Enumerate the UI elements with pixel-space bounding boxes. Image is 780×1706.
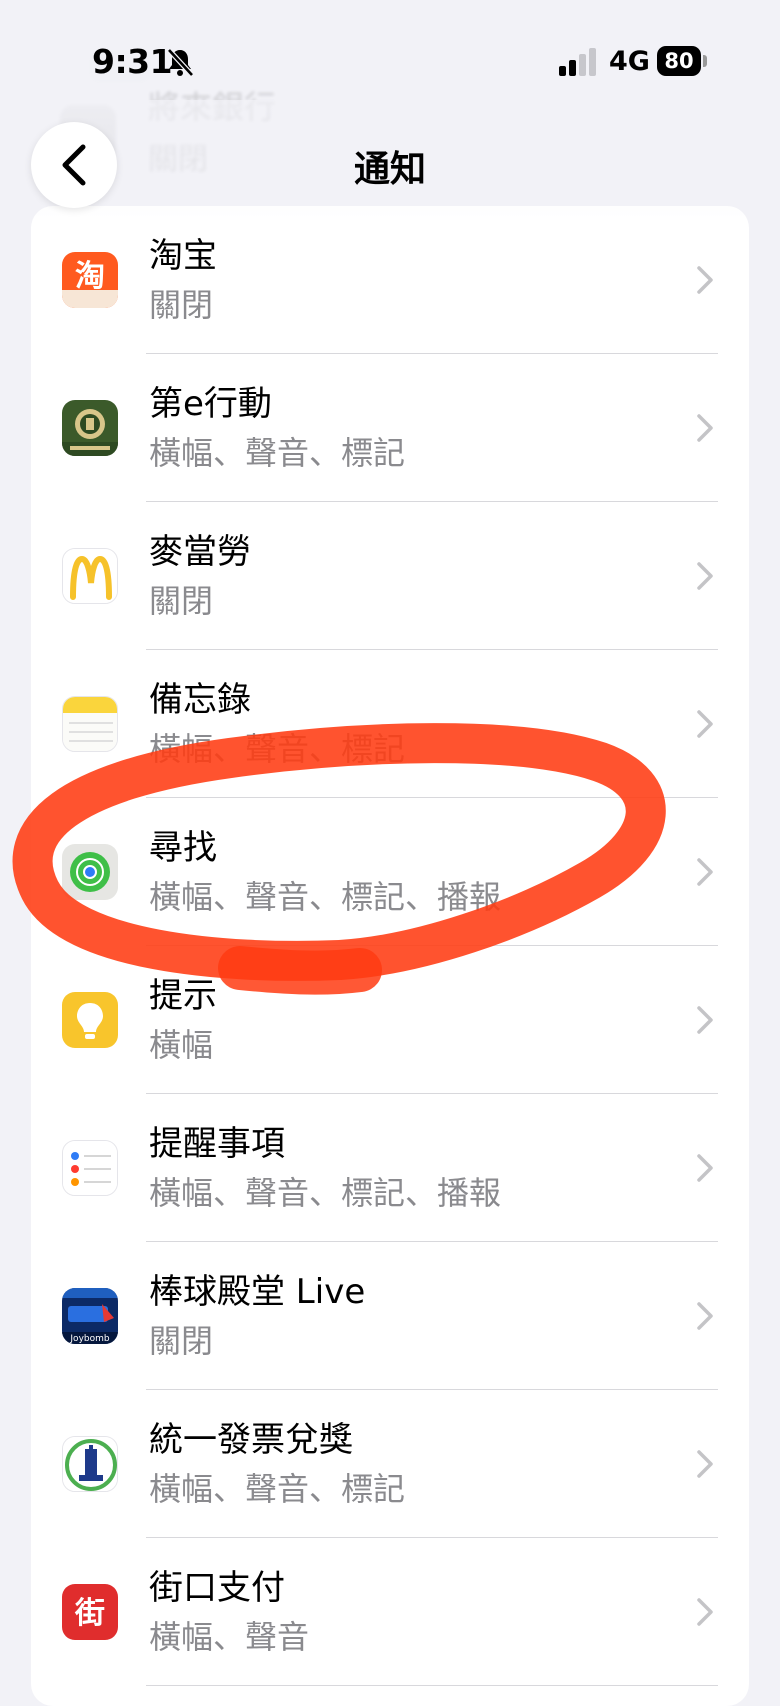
network-type: 4G — [609, 46, 650, 77]
notification-summary: 關閉 — [149, 582, 214, 620]
tips-icon — [62, 992, 118, 1048]
app-name: 尋找 — [149, 828, 217, 868]
list-item-tips[interactable]: 提示 橫幅 — [31, 946, 749, 1094]
list-item-jkopay[interactable]: 街 街口支付 橫幅、聲音 — [31, 1538, 749, 1686]
chevron-right-icon — [697, 562, 713, 590]
chevron-right-icon — [697, 414, 713, 442]
app-name: 提醒事項 — [149, 1124, 285, 1164]
app-name: 第e行動 — [149, 384, 272, 424]
app-name: 街口支付 — [149, 1568, 285, 1608]
chevron-right-icon — [697, 266, 713, 294]
svg-text:街: 街 — [74, 1596, 105, 1631]
notification-summary: 橫幅、聲音、標記、播報 — [149, 878, 502, 916]
chevron-right-icon — [697, 1006, 713, 1034]
first-bank-icon — [62, 400, 118, 456]
chevron-right-icon — [697, 710, 713, 738]
notes-icon — [62, 696, 118, 752]
app-name: 提示 — [149, 976, 217, 1016]
chevron-right-icon — [697, 1598, 713, 1626]
list-item-baseball[interactable]: Joybomb 棒球殿堂 Live 關閉 — [31, 1242, 749, 1390]
status-bar: 9:31 4G 80 — [0, 0, 780, 130]
battery-level: 80 — [657, 46, 701, 76]
baseball-icon: Joybomb — [62, 1288, 118, 1344]
page-title: 通知 — [353, 149, 426, 190]
bell-slash-icon — [167, 48, 194, 77]
mcdonalds-icon — [62, 548, 118, 604]
list-item-mcdonalds[interactable]: 麥當勞 關閉 — [31, 502, 749, 650]
app-name: 麥當勞 — [149, 532, 251, 572]
chevron-right-icon — [697, 1154, 713, 1182]
notification-summary: 橫幅 — [149, 1026, 214, 1064]
notification-summary: 橫幅、聲音、標記 — [149, 730, 406, 768]
app-notification-list: 淘 淘宝 關閉 第e行動 橫幅、聲音、標記 麥當勞 關閉 備忘錄 橫幅、聲音、標… — [31, 206, 749, 1706]
battery-tip — [703, 55, 707, 67]
cellular-signal-icon — [559, 48, 596, 76]
reminders-icon — [62, 1140, 118, 1196]
find-my-icon — [62, 844, 118, 900]
notification-summary: 橫幅、聲音、標記 — [149, 434, 406, 472]
list-item-invoice-lottery[interactable]: 統一發票兌獎 橫幅、聲音、標記 — [31, 1390, 749, 1538]
notification-summary: 關閉 — [149, 1322, 214, 1360]
notification-summary: 橫幅、聲音、標記、播報 — [149, 1174, 502, 1212]
chevron-right-icon — [697, 1450, 713, 1478]
chevron-right-icon — [697, 1302, 713, 1330]
svg-text:淘: 淘 — [75, 259, 105, 294]
list-item-taobao[interactable]: 淘 淘宝 關閉 — [31, 206, 749, 354]
battery-icon: 80 — [657, 46, 709, 76]
app-name: 備忘錄 — [149, 680, 251, 720]
list-item-reminders[interactable]: 提醒事項 橫幅、聲音、標記、播報 — [31, 1094, 749, 1242]
invoice-lottery-icon — [62, 1436, 118, 1492]
app-name: 淘宝 — [149, 236, 217, 276]
list-item-first-bank[interactable]: 第e行動 橫幅、聲音、標記 — [31, 354, 749, 502]
notification-summary: 橫幅、聲音、標記 — [149, 1470, 406, 1508]
notification-summary: 關閉 — [149, 286, 214, 324]
jkopay-icon: 街 — [62, 1584, 118, 1640]
app-name: 統一發票兌獎 — [149, 1420, 353, 1460]
status-time: 9:31 — [92, 42, 173, 81]
chevron-right-icon — [697, 858, 713, 886]
app-name: 棒球殿堂 Live — [149, 1272, 366, 1312]
list-item-notes[interactable]: 備忘錄 橫幅、聲音、標記 — [31, 650, 749, 798]
notification-summary: 橫幅、聲音 — [149, 1618, 310, 1656]
list-item-find-my[interactable]: 尋找 橫幅、聲音、標記、播報 — [31, 798, 749, 946]
taobao-icon: 淘 — [62, 252, 118, 308]
svg-text:Joybomb: Joybomb — [69, 1334, 109, 1344]
row-divider — [146, 1684, 718, 1686]
